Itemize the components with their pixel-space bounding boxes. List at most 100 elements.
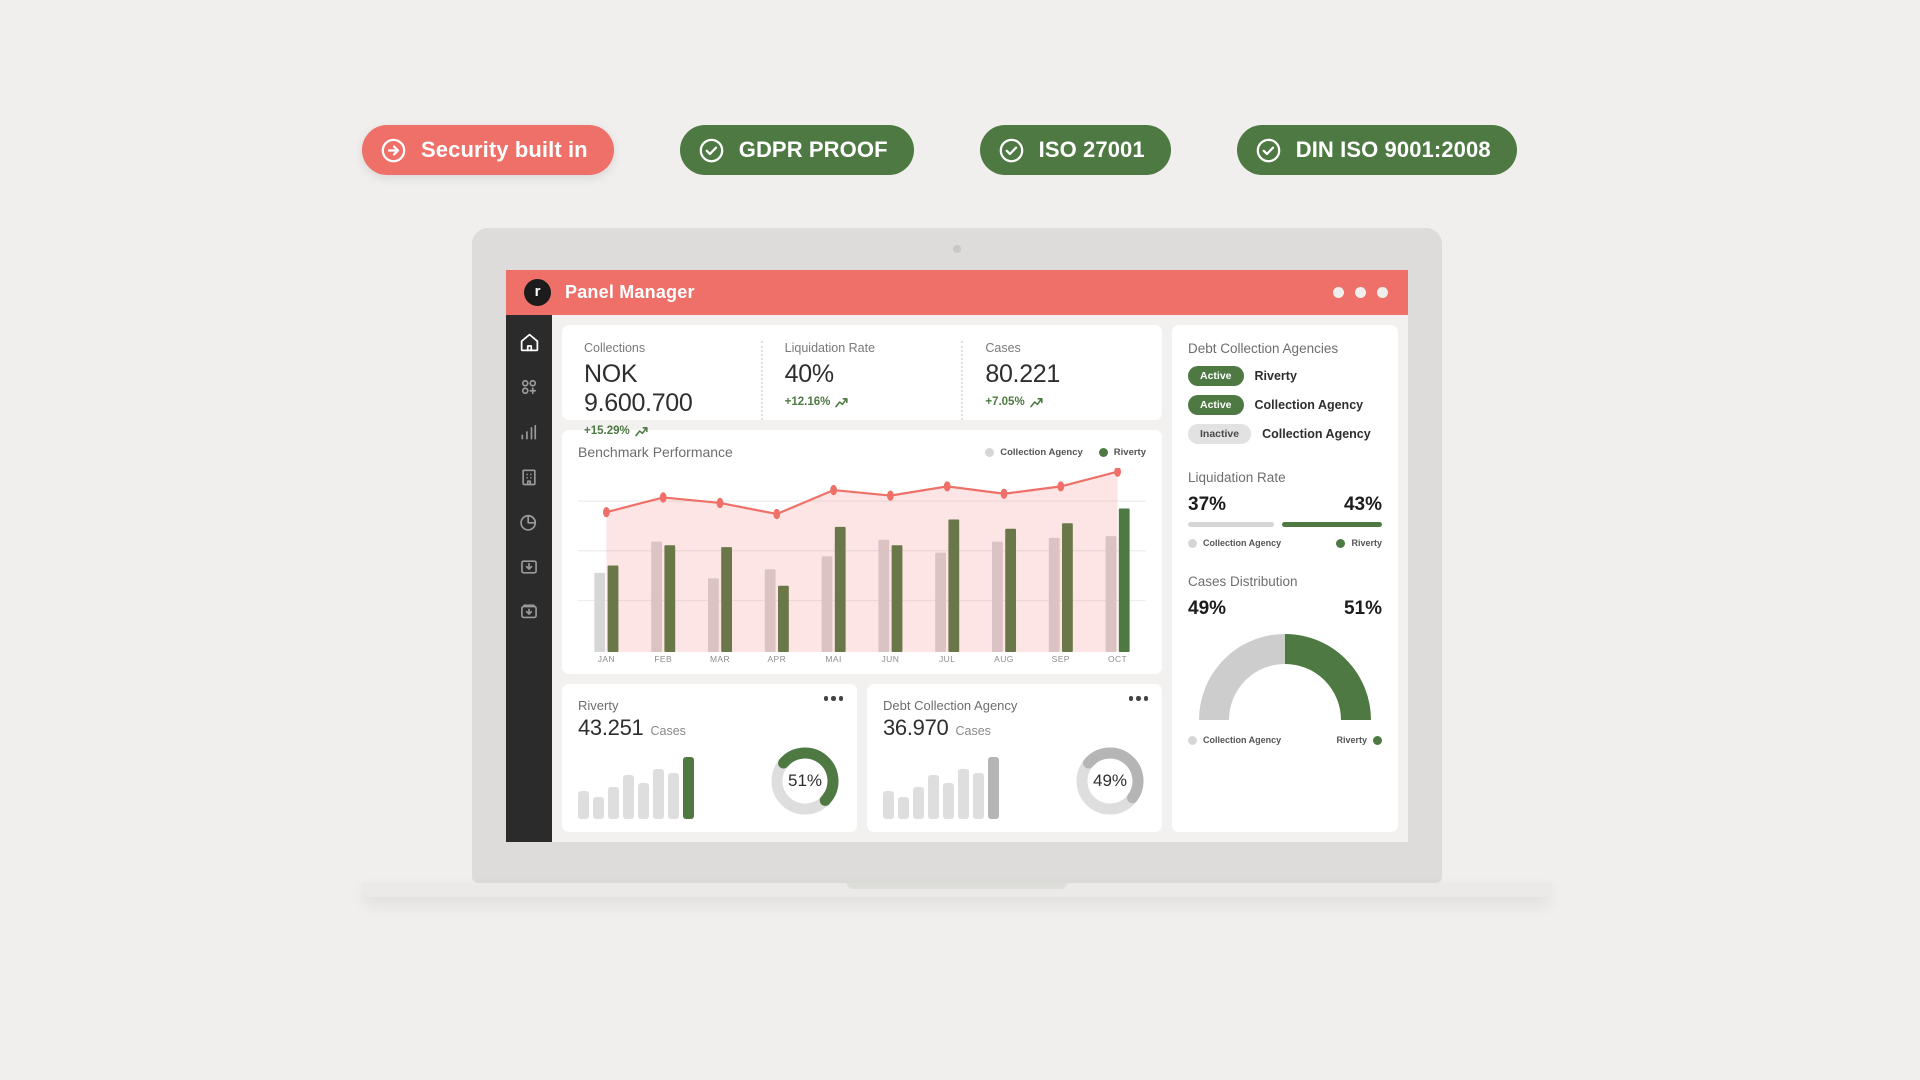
badge-label: Security built in bbox=[421, 137, 588, 162]
kpi-label: Collections bbox=[584, 341, 646, 355]
laptop-notch bbox=[847, 883, 1067, 889]
legend-swatch bbox=[1336, 538, 1346, 548]
x-tick-label: AUG bbox=[994, 654, 1014, 664]
legend-label: Collection Agency bbox=[1000, 446, 1083, 458]
legend-label: Riverty bbox=[1336, 735, 1367, 745]
app-window: r Panel Manager Collections NOK 9.600.70… bbox=[506, 270, 1408, 842]
card-unit: Cases bbox=[650, 724, 686, 738]
badge-din-iso-9001[interactable]: DIN ISO 9001:2008 bbox=[1236, 125, 1517, 175]
card-value: 43.251 bbox=[578, 715, 644, 740]
window-control-dot[interactable] bbox=[1333, 287, 1344, 298]
certification-badge-row: Security built in GDPR PROOF ISO 27001 D… bbox=[362, 125, 1517, 175]
benchmark-title: Benchmark Performance bbox=[578, 444, 733, 460]
sidebar-item-download-box[interactable] bbox=[516, 554, 542, 580]
kpi-label: Liquidation Rate bbox=[784, 341, 876, 355]
kpi-liquidation-rate: Liquidation Rate 40% +12.16% bbox=[760, 341, 962, 420]
legend-label: Collection Agency bbox=[1203, 538, 1282, 548]
sidebar-item-pie-chart[interactable] bbox=[516, 509, 542, 535]
distribution-left-percent: 49% bbox=[1188, 598, 1227, 619]
kpi-value: 80.221 bbox=[985, 360, 1061, 388]
sparkline-bar bbox=[898, 797, 909, 819]
legend-label: Riverty bbox=[1351, 538, 1382, 548]
agency-row[interactable]: Active Riverty bbox=[1188, 366, 1382, 386]
sparkline-bars bbox=[883, 757, 999, 819]
window-titlebar: r Panel Manager bbox=[506, 270, 1408, 315]
badge-security-built-in[interactable]: Security built in bbox=[362, 125, 614, 175]
agency-list: Active Riverty Active Collection Agency … bbox=[1188, 366, 1382, 444]
liquidation-bar-riverty bbox=[1282, 522, 1382, 527]
card-title: Riverty bbox=[578, 698, 619, 713]
kpi-delta: +12.16% bbox=[785, 396, 940, 408]
more-options-icon[interactable] bbox=[1128, 696, 1148, 701]
card-title: Debt Collection Agency bbox=[883, 698, 1018, 713]
sparkline-bar bbox=[653, 769, 664, 819]
liquidation-left-percent: 37% bbox=[1188, 494, 1227, 515]
sidebar-item-download-stack[interactable] bbox=[516, 599, 542, 625]
agency-name: Riverty bbox=[1254, 369, 1297, 383]
kpi-delta: +15.29% bbox=[584, 425, 739, 437]
section-title: Cases Distribution bbox=[1188, 574, 1298, 589]
sparkline-bar bbox=[928, 775, 939, 819]
badge-gdpr-proof[interactable]: GDPR PROOF bbox=[679, 125, 914, 175]
liquidation-bar-agency bbox=[1188, 522, 1275, 527]
legend-item-collection-agency: Collection Agency bbox=[985, 447, 1083, 458]
x-tick-label: JAN bbox=[597, 654, 616, 664]
trend-up-icon bbox=[634, 426, 648, 436]
liquidation-rate-section: Liquidation Rate 37% 43% Collection Agen… bbox=[1188, 470, 1382, 548]
window-controls[interactable] bbox=[1333, 287, 1388, 298]
benchmark-chart-svg bbox=[578, 468, 1146, 652]
more-options-icon[interactable] bbox=[823, 696, 843, 701]
kpi-value: 40% bbox=[784, 360, 834, 388]
bar-chart-icon bbox=[521, 424, 537, 440]
badge-iso-27001[interactable]: ISO 27001 bbox=[979, 125, 1171, 175]
x-tick-label: MAI bbox=[825, 654, 842, 664]
sparkline-bar bbox=[638, 783, 649, 819]
kpi-card: Collections NOK 9.600.700 +15.29% Liquid… bbox=[562, 325, 1162, 437]
sparkline-bar bbox=[943, 783, 954, 819]
x-tick-label: MAR bbox=[709, 654, 731, 664]
status-badge: Inactive bbox=[1188, 424, 1252, 444]
benchmark-plot bbox=[578, 468, 1146, 652]
legend-item-riverty: Riverty bbox=[1098, 447, 1146, 458]
sidebar-item-building[interactable] bbox=[516, 464, 542, 490]
gauge-svg bbox=[1199, 634, 1371, 721]
sparkline-bar bbox=[608, 787, 619, 819]
distribution-right-percent: 51% bbox=[1343, 598, 1382, 619]
legend-label: Collection Agency bbox=[1203, 735, 1282, 745]
distribution-percents: 49% 51% bbox=[1188, 598, 1382, 620]
agency-row[interactable]: Active Collection Agency bbox=[1188, 395, 1382, 415]
liquidation-right-percent: 43% bbox=[1343, 494, 1382, 515]
sidebar-item-home[interactable] bbox=[516, 329, 542, 355]
sparkline-bars bbox=[578, 757, 694, 819]
sidebar-item-add-apps[interactable] bbox=[516, 374, 542, 400]
kpi-delta-text: +15.29% bbox=[584, 425, 630, 437]
window-control-dot[interactable] bbox=[1377, 287, 1388, 298]
x-tick-label: APR bbox=[767, 654, 787, 664]
x-tick-label: JUN bbox=[881, 654, 900, 664]
benchmark-x-axis: JAN FEB MAR APR MAI JUN JUL AUG SEP OCT bbox=[578, 654, 1146, 664]
donut-chart-riverty: 51% bbox=[769, 745, 841, 817]
agency-row[interactable]: Inactive Collection Agency bbox=[1188, 424, 1382, 444]
card-value-row: 43.251 Cases bbox=[578, 715, 841, 741]
agencies-title: Debt Collection Agencies bbox=[1188, 341, 1339, 356]
gauge-chart bbox=[1192, 624, 1378, 724]
legend-swatch bbox=[1373, 735, 1382, 745]
sidebar-item-bar-chart[interactable] bbox=[516, 419, 542, 445]
section-title: Liquidation Rate bbox=[1188, 470, 1286, 485]
check-circle-icon bbox=[699, 138, 724, 162]
sparkline-bar bbox=[973, 773, 984, 819]
legend-swatch bbox=[1098, 447, 1108, 457]
sparkline-bar bbox=[958, 769, 969, 819]
sparkline-bar bbox=[593, 797, 604, 819]
donut-chart-agency: 49% bbox=[1074, 745, 1146, 817]
liquidation-bars bbox=[1188, 522, 1382, 527]
window-control-dot[interactable] bbox=[1355, 287, 1366, 298]
laptop-lid: r Panel Manager Collections NOK 9.600.70… bbox=[472, 228, 1442, 883]
laptop-camera bbox=[953, 245, 961, 253]
badge-label: GDPR PROOF bbox=[738, 137, 888, 162]
badge-label: DIN ISO 9001:2008 bbox=[1295, 137, 1491, 162]
status-badge: Active bbox=[1188, 366, 1244, 386]
card-body: 49% bbox=[883, 745, 1146, 819]
card-value: 36.970 bbox=[883, 715, 949, 740]
cases-distribution-section: Cases Distribution 49% 51% Collection Ag… bbox=[1188, 574, 1382, 745]
